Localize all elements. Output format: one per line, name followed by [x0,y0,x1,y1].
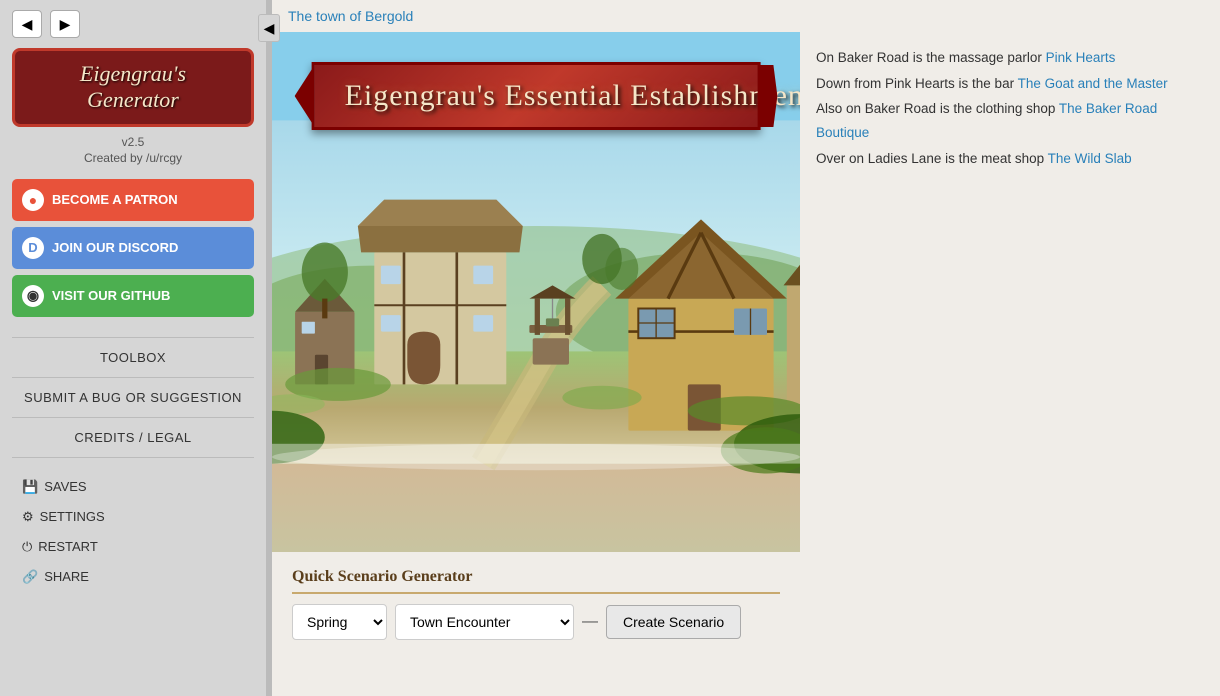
saves-icon: 💾 [22,479,38,495]
github-button[interactable]: ◉ VISIT OUR GITHUB [12,275,254,317]
location-item: On Baker Road is the massage parlor Pink… [816,46,1204,70]
location-item: Also on Baker Road is the clothing shop … [816,97,1204,144]
location-link-3[interactable]: The Wild Slab [1048,151,1132,166]
created-by-text: Created by /u/rcgy [84,151,182,165]
discord-button[interactable]: D JOIN OUR DISCORD [12,227,254,269]
sidebar-divider-3 [12,417,254,418]
location-link-0[interactable]: Pink Hearts [1046,50,1116,65]
scenario-dash: — [582,613,598,631]
main-layout: Eigengrau's Essential Establishment Gene… [272,32,1220,696]
main-content: The town of Bergold [272,0,1220,696]
banner-ribbon: Eigengrau's Essential Establishment Gene… [312,62,761,130]
settings-button[interactable]: ⚙ SETTINGS [12,502,254,532]
location-link-2[interactable]: The Baker Road Boutique [816,101,1157,140]
quick-scenario-panel: Quick Scenario Generator Spring Summer A… [272,552,800,656]
nav-arrows: ◀ ▶ [12,10,80,38]
location-item: Over on Ladies Lane is the meat shop The… [816,147,1204,171]
patron-button[interactable]: ● BECOME A PATRON [12,179,254,221]
season-select[interactable]: Spring Summer Autumn Winter [292,604,387,640]
create-scenario-button[interactable]: Create Scenario [606,605,741,639]
credits-link[interactable]: CREDITS / LEGAL [12,422,254,453]
banner-title-text: Eigengrau's Essential Establishment Gene… [345,79,800,112]
share-icon: 🔗 [22,569,38,585]
settings-icon: ⚙ [22,509,34,525]
hero-banner: Eigengrau's Essential Establishment Gene… [272,32,800,552]
encounter-select[interactable]: Town Encounter Wilderness Encounter Dung… [395,604,574,640]
version-text: v2.5 [122,135,145,149]
patron-icon: ● [22,189,44,211]
locations-text: On Baker Road is the massage parlor Pink… [816,46,1204,172]
discord-icon: D [22,237,44,259]
location-item: Down from Pink Hearts is the bar The Goa… [816,72,1204,96]
quick-scenario-title: Quick Scenario Generator [292,568,780,594]
logo-text: Eigengrau's Generator [31,61,235,114]
nav-forward-button[interactable]: ▶ [50,10,80,38]
sidebar: ◀ ▶ Eigengrau's Generator v2.5 Created b… [0,0,268,696]
nav-back-button[interactable]: ◀ [12,10,42,38]
github-icon: ◉ [22,285,44,307]
sidebar-divider-1 [12,337,254,338]
sidebar-divider-4 [12,457,254,458]
saves-button[interactable]: 💾 SAVES [12,472,254,502]
share-button[interactable]: 🔗 SHARE [12,562,254,592]
scenario-controls: Spring Summer Autumn Winter Town Encount… [292,604,780,640]
hero-left: Eigengrau's Essential Establishment Gene… [272,32,800,696]
logo-box: Eigengrau's Generator [12,48,254,127]
sidebar-divider-2 [12,377,254,378]
collapse-button[interactable]: ◀ [258,14,280,42]
restart-button[interactable]: ⏻ RESTART [12,532,254,562]
restart-icon: ⏻ [22,539,32,555]
hero-right-panel: On Baker Road is the massage parlor Pink… [800,32,1220,696]
toolbox-link[interactable]: TOOLBOX [12,342,254,373]
banner-title-wrap: Eigengrau's Essential Establishment Gene… [312,62,761,130]
sidebar-bottom: 💾 SAVES ⚙ SETTINGS ⏻ RESTART 🔗 SHARE [12,472,254,592]
bug-report-link[interactable]: SUBMIT A BUG OR SUGGESTION [12,382,254,413]
town-title: The town of Bergold [272,0,1220,32]
location-link-1[interactable]: The Goat and the Master [1018,76,1168,91]
